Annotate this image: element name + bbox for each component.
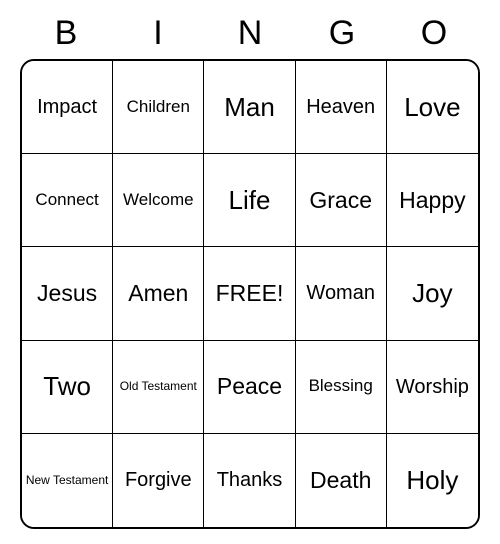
bingo-cell[interactable]: Joy [387,247,478,340]
header-letter-i: I [112,14,204,53]
bingo-cell[interactable]: Grace [296,154,387,247]
header-letter-b: B [20,14,112,53]
bingo-cell[interactable]: Peace [204,341,295,434]
bingo-cell[interactable]: Heaven [296,61,387,154]
bingo-cell[interactable]: Jesus [22,247,113,340]
bingo-cell[interactable]: Blessing [296,341,387,434]
bingo-cell[interactable]: Amen [113,247,204,340]
bingo-cell[interactable]: Connect [22,154,113,247]
bingo-cell[interactable]: Welcome [113,154,204,247]
bingo-cell[interactable]: Happy [387,154,478,247]
bingo-cell[interactable]: Worship [387,341,478,434]
bingo-header: B I N G O [20,14,480,53]
header-letter-o: O [388,14,480,53]
bingo-cell[interactable]: Two [22,341,113,434]
bingo-cell[interactable]: Children [113,61,204,154]
bingo-cell[interactable]: Old Testament [113,341,204,434]
header-letter-g: G [296,14,388,53]
bingo-cell[interactable]: Impact [22,61,113,154]
bingo-cell[interactable]: Forgive [113,434,204,527]
bingo-cell[interactable]: Woman [296,247,387,340]
bingo-cell[interactable]: Man [204,61,295,154]
bingo-cell[interactable]: Life [204,154,295,247]
bingo-cell[interactable]: Love [387,61,478,154]
bingo-grid: Impact Children Man Heaven Love Connect … [20,59,480,529]
bingo-cell[interactable]: Death [296,434,387,527]
bingo-cell-free[interactable]: FREE! [204,247,295,340]
bingo-cell[interactable]: Thanks [204,434,295,527]
bingo-cell[interactable]: Holy [387,434,478,527]
bingo-cell[interactable]: New Testament [22,434,113,527]
header-letter-n: N [204,14,296,53]
